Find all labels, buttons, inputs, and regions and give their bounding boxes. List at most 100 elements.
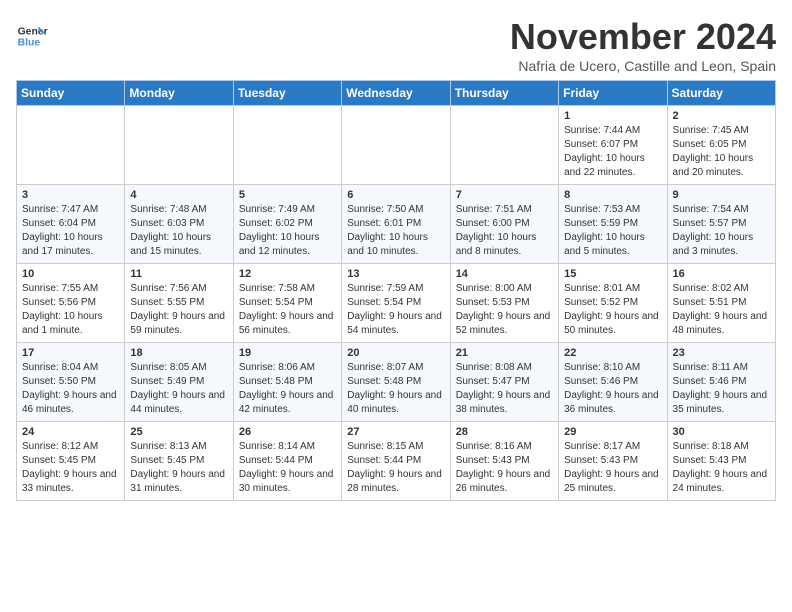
day-info: Sunrise: 8:04 AMSunset: 5:50 PMDaylight:… [22, 361, 119, 417]
calendar-week-row: 3 Sunrise: 7:47 AMSunset: 6:04 PMDaylight… [17, 185, 776, 264]
calendar-cell: 7 Sunrise: 7:51 AMSunset: 6:00 PMDaylight… [450, 185, 558, 264]
calendar-week-row: 24Sunrise: 8:12 AMSunset: 5:45 PMDayligh… [17, 422, 776, 501]
day-info: Sunrise: 7:59 AMSunset: 5:54 PMDaylight:… [347, 282, 444, 338]
day-info: Sunrise: 7:47 AMSunset: 6:04 PMDaylight:… [22, 203, 119, 259]
calendar: SundayMondayTuesdayWednesdayThursdayFrid… [16, 80, 776, 501]
calendar-cell: 10 Sunrise: 7:55 AMSunset: 5:56 PMDayligh… [17, 264, 125, 343]
day-info: Sunrise: 7:55 AMSunset: 5:56 PMDaylight:… [22, 282, 119, 338]
day-info: Sunrise: 8:12 AMSunset: 5:45 PMDaylight:… [22, 440, 119, 496]
calendar-cell: 6 Sunrise: 7:50 AMSunset: 6:01 PMDaylight… [342, 185, 450, 264]
calendar-cell: 18Sunrise: 8:05 AMSunset: 5:49 PMDayligh… [125, 343, 233, 422]
day-info: Sunrise: 7:51 AMSunset: 6:00 PMDaylight:… [456, 203, 553, 259]
day-number: 26 [239, 426, 336, 438]
day-info: Sunrise: 7:54 AMSunset: 5:57 PMDaylight:… [673, 203, 770, 259]
calendar-cell: 30 Sunrise: 8:18 AMSunset: 5:43 PMDayligh… [667, 422, 775, 501]
day-info: Sunrise: 8:14 AMSunset: 5:44 PMDaylight:… [239, 440, 336, 496]
day-number: 14 [456, 268, 553, 280]
calendar-cell: 26 Sunrise: 8:14 AMSunset: 5:44 PMDayligh… [233, 422, 341, 501]
day-number: 20 [347, 347, 444, 359]
weekday-header: Monday [125, 81, 233, 106]
header: General Blue November 2024 Nafria de Uce… [16, 16, 776, 74]
calendar-cell: 22Sunrise: 8:10 AMSunset: 5:46 PMDayligh… [559, 343, 667, 422]
calendar-cell: 2 Sunrise: 7:45 AMSunset: 6:05 PMDaylight… [667, 106, 775, 185]
calendar-cell: 9 Sunrise: 7:54 AMSunset: 5:57 PMDaylight… [667, 185, 775, 264]
day-info: Sunrise: 8:16 AMSunset: 5:43 PMDaylight:… [456, 440, 553, 496]
calendar-cell: 11Sunrise: 7:56 AMSunset: 5:55 PMDayligh… [125, 264, 233, 343]
calendar-cell [125, 106, 233, 185]
day-info: Sunrise: 8:02 AMSunset: 5:51 PMDaylight:… [673, 282, 770, 338]
weekday-row: SundayMondayTuesdayWednesdayThursdayFrid… [17, 81, 776, 106]
day-number: 18 [130, 347, 227, 359]
day-number: 1 [564, 110, 661, 122]
month-title: November 2024 [510, 16, 776, 58]
day-number: 5 [239, 189, 336, 201]
day-number: 4 [130, 189, 227, 201]
calendar-cell: 16Sunrise: 8:02 AMSunset: 5:51 PMDayligh… [667, 264, 775, 343]
day-number: 6 [347, 189, 444, 201]
calendar-cell: 12 Sunrise: 7:58 AMSunset: 5:54 PMDayligh… [233, 264, 341, 343]
calendar-cell: 28Sunrise: 8:16 AMSunset: 5:43 PMDayligh… [450, 422, 558, 501]
subtitle: Nafria de Ucero, Castille and Leon, Spai… [510, 58, 776, 74]
calendar-cell: 24Sunrise: 8:12 AMSunset: 5:45 PMDayligh… [17, 422, 125, 501]
day-number: 13 [347, 268, 444, 280]
day-info: Sunrise: 8:11 AMSunset: 5:46 PMDaylight:… [673, 361, 770, 417]
day-info: Sunrise: 8:01 AMSunset: 5:52 PMDaylight:… [564, 282, 661, 338]
day-number: 8 [564, 189, 661, 201]
day-number: 25 [130, 426, 227, 438]
day-number: 19 [239, 347, 336, 359]
day-number: 23 [673, 347, 770, 359]
day-number: 21 [456, 347, 553, 359]
weekday-header: Wednesday [342, 81, 450, 106]
calendar-cell: 21Sunrise: 8:08 AMSunset: 5:47 PMDayligh… [450, 343, 558, 422]
day-info: Sunrise: 8:17 AMSunset: 5:43 PMDaylight:… [564, 440, 661, 496]
svg-text:Blue: Blue [18, 38, 41, 49]
calendar-week-row: 1 Sunrise: 7:44 AMSunset: 6:07 PMDaylight… [17, 106, 776, 185]
calendar-cell: 14 Sunrise: 8:00 AMSunset: 5:53 PMDayligh… [450, 264, 558, 343]
day-info: Sunrise: 7:53 AMSunset: 5:59 PMDaylight:… [564, 203, 661, 259]
calendar-cell: 20 Sunrise: 8:07 AMSunset: 5:48 PMDayligh… [342, 343, 450, 422]
logo-icon: General Blue [16, 20, 48, 52]
calendar-cell: 25Sunrise: 8:13 AMSunset: 5:45 PMDayligh… [125, 422, 233, 501]
weekday-header: Tuesday [233, 81, 341, 106]
calendar-header: SundayMondayTuesdayWednesdayThursdayFrid… [17, 81, 776, 106]
calendar-cell: 8 Sunrise: 7:53 AMSunset: 5:59 PMDaylight… [559, 185, 667, 264]
day-number: 30 [673, 426, 770, 438]
calendar-cell [450, 106, 558, 185]
day-info: Sunrise: 7:58 AMSunset: 5:54 PMDaylight:… [239, 282, 336, 338]
day-info: Sunrise: 7:44 AMSunset: 6:07 PMDaylight:… [564, 124, 661, 180]
day-number: 29 [564, 426, 661, 438]
calendar-body: 1 Sunrise: 7:44 AMSunset: 6:07 PMDaylight… [17, 106, 776, 501]
title-area: November 2024 Nafria de Ucero, Castille … [510, 16, 776, 74]
calendar-week-row: 10 Sunrise: 7:55 AMSunset: 5:56 PMDayligh… [17, 264, 776, 343]
calendar-cell: 15 Sunrise: 8:01 AMSunset: 5:52 PMDayligh… [559, 264, 667, 343]
day-number: 9 [673, 189, 770, 201]
day-number: 2 [673, 110, 770, 122]
weekday-header: Saturday [667, 81, 775, 106]
day-info: Sunrise: 8:15 AMSunset: 5:44 PMDaylight:… [347, 440, 444, 496]
weekday-header: Sunday [17, 81, 125, 106]
weekday-header: Thursday [450, 81, 558, 106]
calendar-cell: 5 Sunrise: 7:49 AMSunset: 6:02 PMDaylight… [233, 185, 341, 264]
day-number: 3 [22, 189, 119, 201]
calendar-cell: 27Sunrise: 8:15 AMSunset: 5:44 PMDayligh… [342, 422, 450, 501]
day-number: 12 [239, 268, 336, 280]
calendar-cell: 23 Sunrise: 8:11 AMSunset: 5:46 PMDayligh… [667, 343, 775, 422]
calendar-cell: 29 Sunrise: 8:17 AMSunset: 5:43 PMDayligh… [559, 422, 667, 501]
day-info: Sunrise: 8:06 AMSunset: 5:48 PMDaylight:… [239, 361, 336, 417]
day-info: Sunrise: 7:50 AMSunset: 6:01 PMDaylight:… [347, 203, 444, 259]
calendar-cell: 1 Sunrise: 7:44 AMSunset: 6:07 PMDaylight… [559, 106, 667, 185]
day-info: Sunrise: 7:56 AMSunset: 5:55 PMDaylight:… [130, 282, 227, 338]
calendar-cell [342, 106, 450, 185]
day-number: 15 [564, 268, 661, 280]
day-info: Sunrise: 8:18 AMSunset: 5:43 PMDaylight:… [673, 440, 770, 496]
day-info: Sunrise: 7:49 AMSunset: 6:02 PMDaylight:… [239, 203, 336, 259]
day-number: 7 [456, 189, 553, 201]
day-info: Sunrise: 8:00 AMSunset: 5:53 PMDaylight:… [456, 282, 553, 338]
day-number: 10 [22, 268, 119, 280]
calendar-cell: 13 Sunrise: 7:59 AMSunset: 5:54 PMDayligh… [342, 264, 450, 343]
day-info: Sunrise: 8:07 AMSunset: 5:48 PMDaylight:… [347, 361, 444, 417]
day-info: Sunrise: 7:45 AMSunset: 6:05 PMDaylight:… [673, 124, 770, 180]
logo: General Blue [16, 20, 48, 52]
day-number: 22 [564, 347, 661, 359]
calendar-cell [17, 106, 125, 185]
